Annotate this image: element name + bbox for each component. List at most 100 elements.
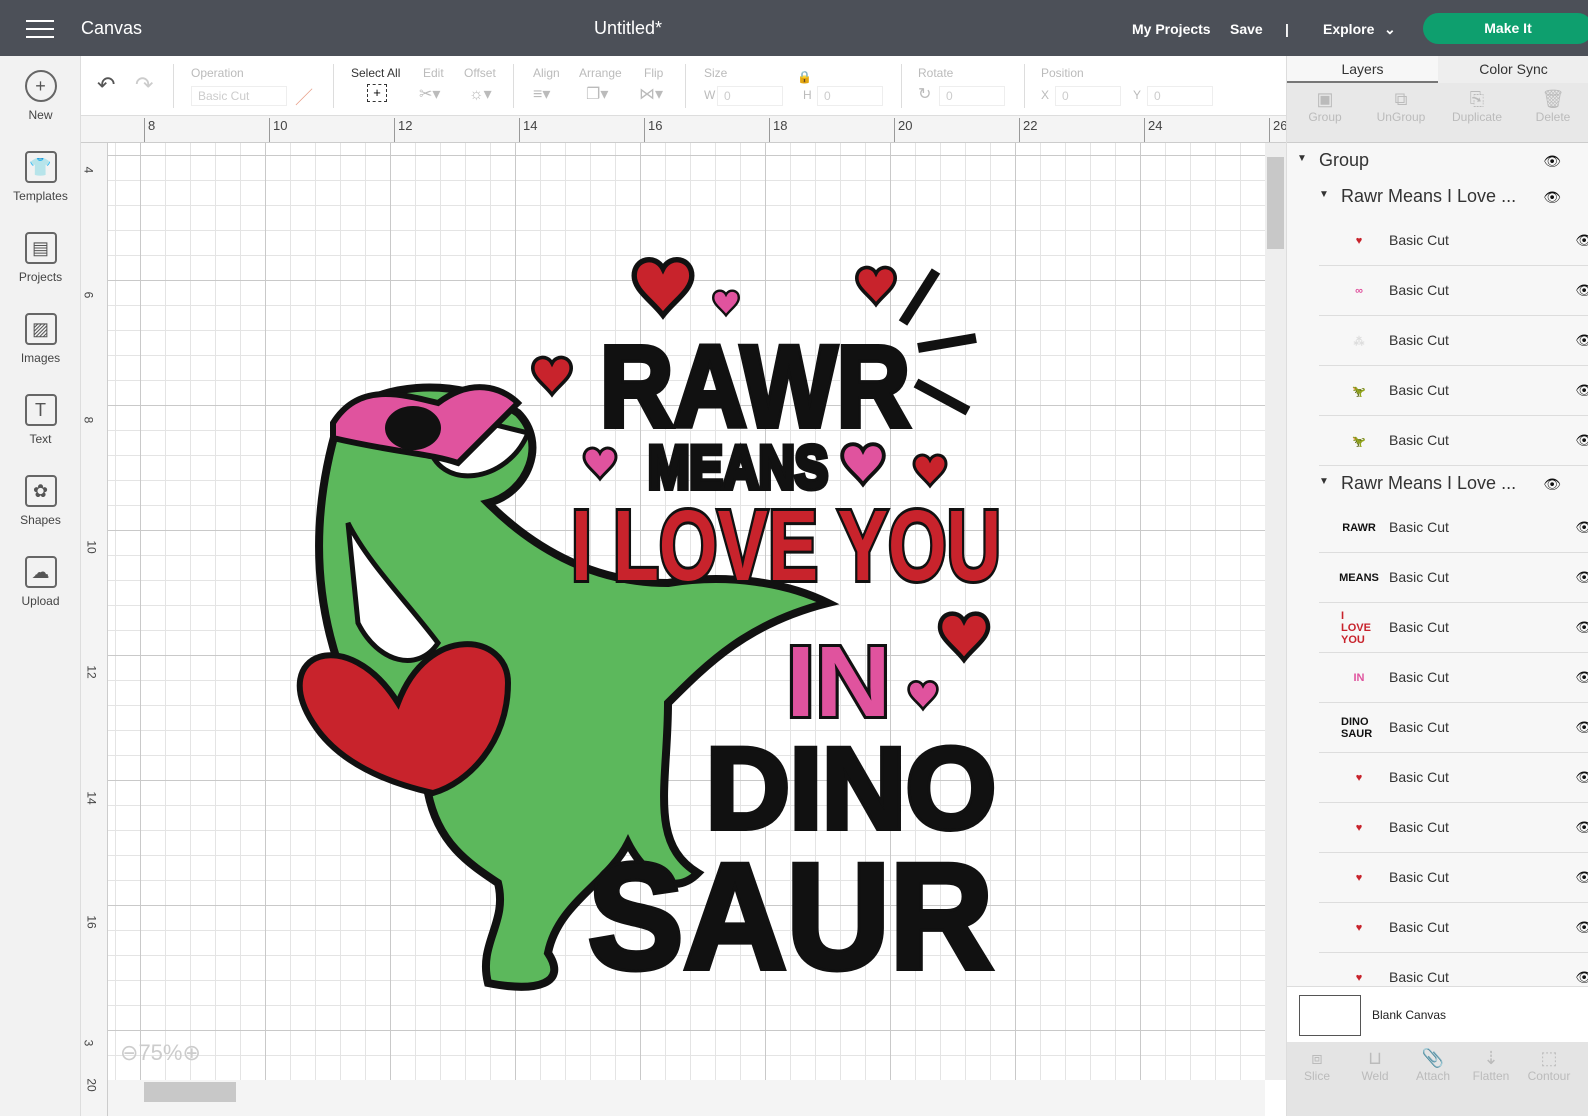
action-label: Flatten [1472, 1069, 1510, 1083]
align-icon[interactable]: ≡▾ [533, 84, 550, 104]
explore-menu[interactable]: Explore [1323, 21, 1374, 37]
vertical-scrollbar[interactable] [1265, 143, 1286, 1080]
operation-select[interactable]: Basic Cut [191, 86, 287, 106]
undo-icon[interactable]: ↶ [97, 72, 115, 98]
blank-canvas-row[interactable]: Blank Canvas [1287, 986, 1588, 1042]
layer-thumbnail: 🦖 [1352, 435, 1366, 448]
flip-button[interactable]: Flip [644, 66, 663, 80]
eye-icon[interactable]: 👁 [1575, 769, 1588, 786]
offset-icon[interactable]: ☼▾ [469, 84, 492, 104]
arrange-icon[interactable]: ❐▾ [586, 84, 608, 104]
layer-row[interactable]: ⁂ Basic Cut 👁 [1319, 316, 1588, 366]
layer-row[interactable]: ♥ Basic Cut 👁 [1319, 853, 1588, 903]
eye-icon[interactable]: 👁 [1575, 519, 1588, 536]
eye-icon[interactable]: 👁 [1543, 476, 1561, 493]
eye-icon[interactable]: 👁 [1543, 189, 1561, 206]
layer-group[interactable]: ▼ Group 👁 [1287, 144, 1588, 180]
sidebar-item-images[interactable]: ▨ Images [0, 313, 81, 365]
ungroup-button[interactable]: ⧉ UnGroup [1363, 89, 1439, 124]
caret-down-icon[interactable]: ▼ [1319, 476, 1329, 487]
flip-icon[interactable]: ⋈▾ [639, 84, 663, 104]
eye-icon[interactable]: 👁 [1575, 232, 1588, 249]
x-input[interactable]: 0 [1055, 86, 1121, 106]
layer-label: Basic Cut [1389, 282, 1449, 298]
align-button[interactable]: Align [533, 66, 560, 80]
ruler-tick-label: 10 [84, 540, 99, 554]
layer-subgroup[interactable]: ▼ Rawr Means I Love ... 👁 [1287, 467, 1588, 503]
group-button[interactable]: ▣ Group [1287, 89, 1363, 124]
layer-row[interactable]: I LOVE YOU Basic Cut 👁 [1319, 603, 1588, 653]
eye-icon[interactable]: 👁 [1543, 153, 1561, 170]
eye-icon[interactable]: 👁 [1575, 282, 1588, 299]
rawr-design-artwork[interactable]: RAWR MEANS I LOVE YOU IN DINO SAUR [108, 143, 1265, 1080]
layer-row[interactable]: 🦖 Basic Cut 👁 [1319, 416, 1588, 466]
edit-button[interactable]: Edit [423, 66, 444, 80]
height-input[interactable]: 0 [817, 86, 883, 106]
layer-row[interactable]: MEANS Basic Cut 👁 [1319, 553, 1588, 603]
layer-row[interactable]: IN Basic Cut 👁 [1319, 653, 1588, 703]
layer-subgroup[interactable]: ▼ Rawr Means I Love ... 👁 [1287, 180, 1588, 216]
sidebar-item-upload[interactable]: ☁ Upload [0, 556, 81, 608]
h-label: H [803, 88, 812, 102]
sidebar-item-projects[interactable]: ▤ Projects [0, 232, 81, 284]
duplicate-button[interactable]: ⎘ Duplicate [1439, 89, 1515, 124]
eye-icon[interactable]: 👁 [1575, 669, 1588, 686]
make-it-button[interactable]: Make It [1423, 13, 1588, 44]
weld-button[interactable]: ⊔ Weld [1345, 1048, 1405, 1083]
blank-canvas-swatch[interactable] [1299, 995, 1361, 1036]
eye-icon[interactable]: 👁 [1575, 719, 1588, 736]
layer-row[interactable]: RAWR Basic Cut 👁 [1319, 503, 1588, 553]
my-projects-link[interactable]: My Projects [1132, 21, 1211, 37]
layer-row[interactable]: DINO SAUR Basic Cut 👁 [1319, 703, 1588, 753]
zoom-out-icon[interactable]: ⊖ [120, 1040, 138, 1065]
redo-icon[interactable]: ↷ [135, 72, 153, 98]
y-input[interactable]: 0 [1147, 86, 1213, 106]
sidebar-item-templates[interactable]: 👕 Templates [0, 151, 81, 203]
select-all-button[interactable]: Select All [351, 66, 400, 80]
zoom-control[interactable]: ⊖75%⊕ [120, 1040, 201, 1066]
slice-button[interactable]: ⧈ Slice [1287, 1048, 1347, 1083]
design-canvas[interactable]: RAWR MEANS I LOVE YOU IN DINO SAUR [108, 143, 1265, 1080]
layer-row[interactable]: ♥ Basic Cut 👁 [1319, 903, 1588, 953]
sidebar-item-new[interactable]: + New [0, 70, 81, 122]
select-all-icon[interactable]: + [367, 84, 387, 102]
eye-icon[interactable]: 👁 [1575, 382, 1588, 399]
zoom-in-icon[interactable]: ⊕ [182, 1040, 200, 1065]
eye-icon[interactable]: 👁 [1575, 332, 1588, 349]
eye-icon[interactable]: 👁 [1575, 432, 1588, 449]
sidebar-item-shapes[interactable]: ✿ Shapes [0, 475, 81, 527]
eye-icon[interactable]: 👁 [1575, 919, 1588, 936]
horizontal-scrollbar[interactable] [108, 1080, 1265, 1116]
layer-row[interactable]: ♥ Basic Cut 👁 [1319, 753, 1588, 803]
pen-color-icon[interactable]: ／ [295, 84, 313, 110]
eye-icon[interactable]: 👁 [1575, 819, 1588, 836]
chevron-down-icon[interactable]: ⌄ [1384, 21, 1396, 38]
attach-button[interactable]: 📎 Attach [1403, 1048, 1463, 1083]
sidebar-item-text[interactable]: T Text [0, 394, 81, 446]
lock-icon[interactable]: 🔒 [797, 70, 812, 84]
caret-down-icon[interactable]: ▼ [1319, 189, 1329, 200]
eye-icon[interactable]: 👁 [1575, 969, 1588, 986]
width-input[interactable]: 0 [717, 86, 783, 106]
tab-layers[interactable]: Layers [1287, 56, 1438, 83]
offset-button[interactable]: Offset [464, 66, 496, 80]
delete-button[interactable]: 🗑 Delete [1515, 89, 1588, 124]
edit-icon[interactable]: ✂▾ [419, 84, 440, 104]
flatten-button[interactable]: ⇣ Flatten [1461, 1048, 1521, 1083]
save-button[interactable]: Save [1230, 21, 1263, 37]
layer-row[interactable]: ♥ Basic Cut 👁 [1319, 803, 1588, 853]
menu-icon[interactable] [26, 20, 54, 38]
caret-down-icon[interactable]: ▼ [1297, 153, 1307, 164]
eye-icon[interactable]: 👁 [1575, 869, 1588, 886]
layer-row[interactable]: ∞ Basic Cut 👁 [1319, 266, 1588, 316]
contour-button[interactable]: ⬚ Contour [1519, 1048, 1579, 1083]
layer-thumbnail: ♥ [1355, 772, 1363, 784]
layer-row[interactable]: ♥ Basic Cut 👁 [1319, 216, 1588, 266]
eye-icon[interactable]: 👁 [1575, 619, 1588, 636]
eye-icon[interactable]: 👁 [1575, 569, 1588, 586]
tab-color-sync[interactable]: Color Sync [1438, 56, 1588, 83]
rotate-input[interactable]: 0 [939, 86, 1005, 106]
vertical-ruler: 4 6 8 10 12 14 16 3 20 [81, 143, 108, 1116]
layer-row[interactable]: 🦖 Basic Cut 👁 [1319, 366, 1588, 416]
arrange-button[interactable]: Arrange [579, 66, 622, 80]
